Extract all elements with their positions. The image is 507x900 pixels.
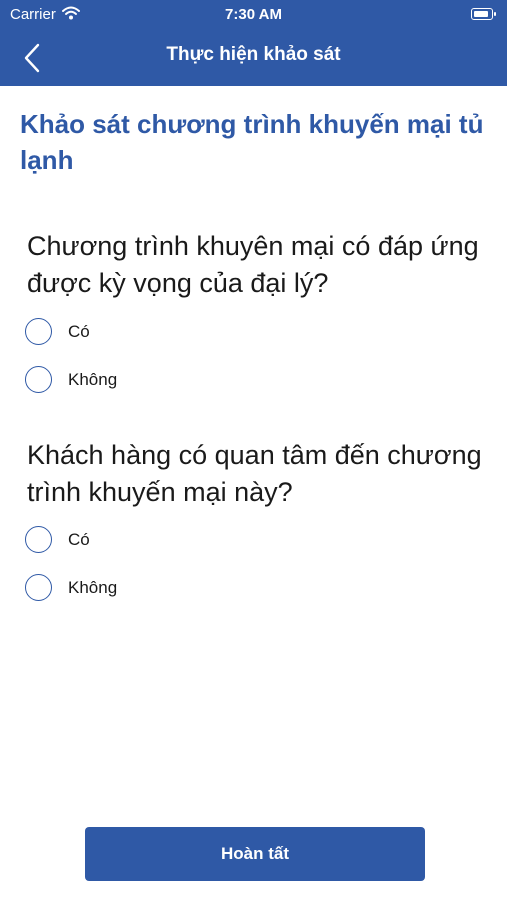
navigation-bar: Thực hiện khảo sát [0, 30, 507, 86]
option-label: Có [68, 322, 90, 341]
option-label: Không [68, 370, 118, 389]
radio-button[interactable] [25, 318, 52, 345]
submit-button[interactable]: Hoàn tất [85, 827, 425, 881]
app-header: Carrier 7:30 AM Thực hiện khảo sát [0, 0, 507, 86]
battery-icon [471, 8, 496, 20]
battery-level [474, 11, 488, 17]
option-label: Không [68, 578, 118, 597]
option-q1-yes[interactable]: Có [25, 316, 325, 350]
survey-title: Khảo sát chương trình khuyến mại tủ lạnh [20, 109, 484, 175]
radio-button[interactable] [25, 366, 52, 393]
status-bar: Carrier 7:30 AM [0, 0, 507, 30]
nav-title: Thực hiện khảo sát [166, 44, 341, 65]
status-time: 7:30 AM [225, 6, 282, 23]
option-label: Có [68, 530, 90, 549]
option-q2-no[interactable]: Không [25, 572, 325, 606]
option-q2-yes[interactable]: Có [25, 524, 325, 558]
radio-button[interactable] [25, 574, 52, 601]
question-1: Chương trình khuyên mại có đáp ứng được … [27, 231, 479, 298]
question-2: Khách hàng có quan tâm đến chương trình … [27, 440, 482, 507]
option-q1-no[interactable]: Không [25, 364, 325, 398]
radio-button[interactable] [25, 526, 52, 553]
